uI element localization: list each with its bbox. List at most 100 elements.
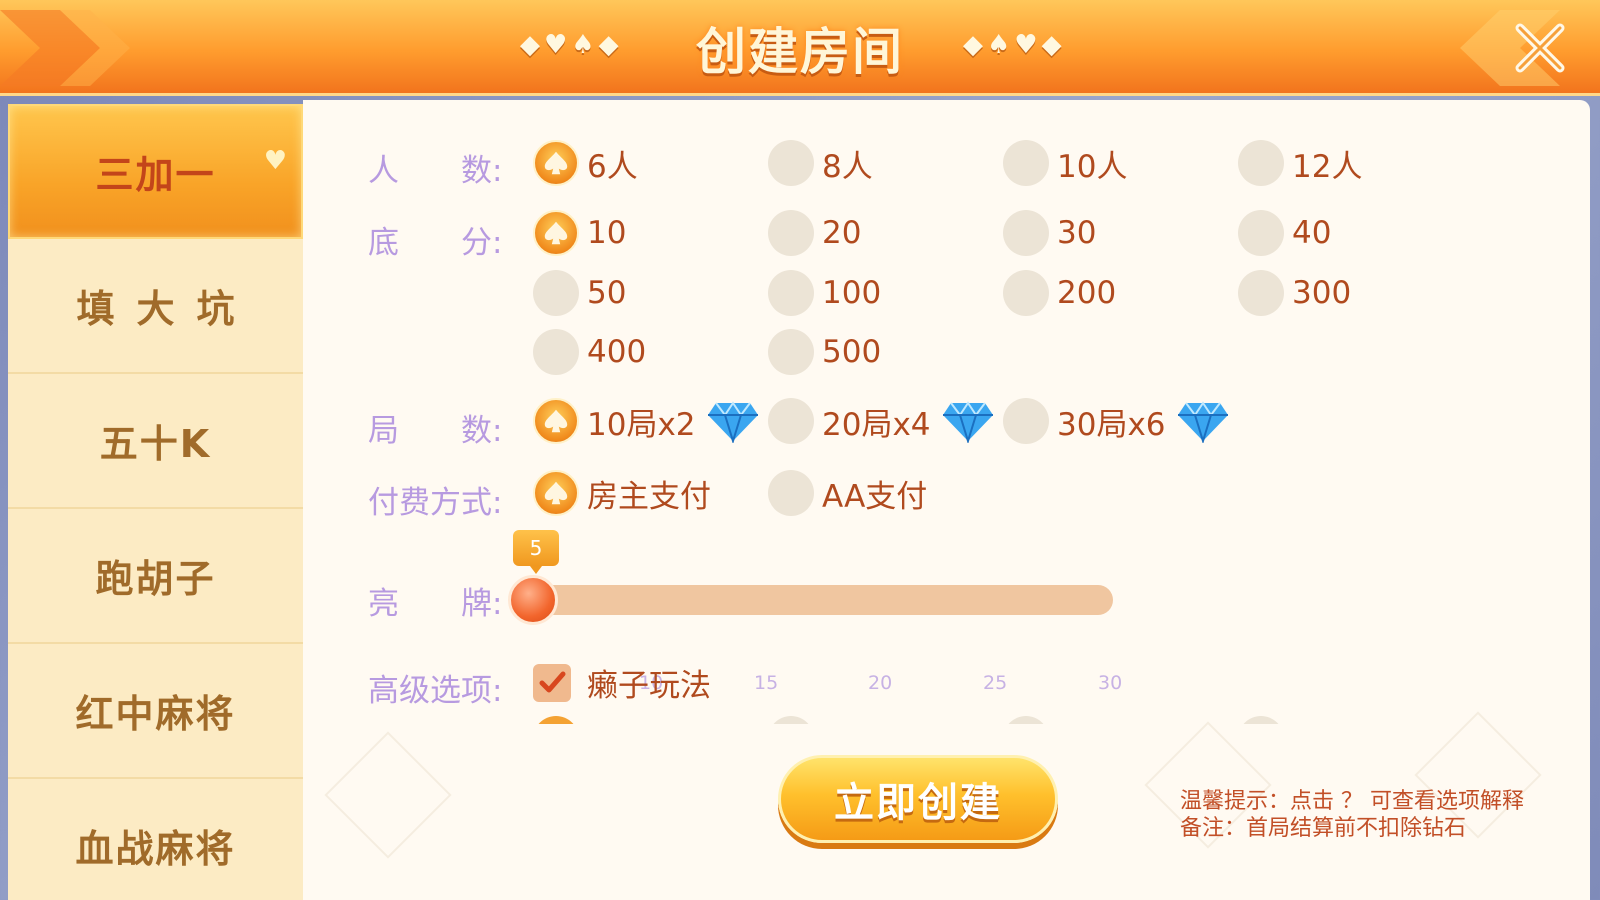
- option-label: 30: [1057, 215, 1097, 251]
- base-score-option-30[interactable]: 30: [1003, 210, 1096, 256]
- base-score-option-300[interactable]: 300: [1238, 270, 1351, 316]
- tips-text: 温馨提示：点击 ？ 可查看选项解释 备注：首局结算前不扣除钻石: [1180, 788, 1524, 842]
- radio-partial: [1003, 716, 1049, 724]
- tip-line-note: 备注：首局结算前不扣除钻石: [1180, 816, 1467, 841]
- rounds-option-10[interactable]: 10局x2: [533, 398, 758, 444]
- radio-partial: [768, 716, 814, 724]
- advanced-label: 高级选项:: [368, 673, 503, 709]
- radio-unselected: [1238, 270, 1284, 316]
- payment-label: 付费方式:: [368, 485, 503, 521]
- option-label: 200: [1057, 275, 1117, 311]
- sidebar-item-label: 填大坑: [76, 287, 257, 331]
- players-option-10[interactable]: 10人: [1003, 140, 1127, 186]
- radio-unselected: [768, 398, 814, 444]
- heart-sparkle-icon: ♥: [263, 146, 289, 176]
- radio-unselected: [533, 270, 579, 316]
- radio-unselected: [533, 329, 579, 375]
- payment-option-aa[interactable]: AA支付: [768, 470, 927, 516]
- game-type-sidebar: 三加一 ♥ 填大坑 五十K 跑胡子 红中麻将 血战麻将: [8, 104, 303, 900]
- spade-icon: [544, 481, 568, 505]
- radio-unselected: [768, 210, 814, 256]
- sidebar-item-sanjiayi[interactable]: 三加一 ♥: [8, 104, 303, 239]
- radio-unselected: [768, 470, 814, 516]
- radio-unselected: [768, 270, 814, 316]
- radio-partial: [1238, 716, 1284, 724]
- sidebar-item-tiandakeng[interactable]: 填大坑: [8, 239, 303, 374]
- players-label: 人 数:: [368, 153, 503, 189]
- option-label: 10人: [1057, 148, 1128, 185]
- players-option-12[interactable]: 12人: [1238, 140, 1362, 186]
- create-room-button[interactable]: 立即创建: [778, 755, 1058, 843]
- radio-selected: [533, 210, 579, 256]
- option-label: 10局x2: [587, 406, 696, 443]
- laizi-checkbox-option[interactable]: 癞子玩法: [533, 660, 711, 705]
- radio-selected: [533, 470, 579, 516]
- radio-partial: [533, 716, 579, 724]
- sidebar-item-xuezhan-mahjong[interactable]: 血战麻将: [8, 779, 303, 900]
- radio-selected: [533, 140, 579, 186]
- radio-unselected: [1238, 210, 1284, 256]
- payment-option-owner[interactable]: 房主支付: [533, 470, 711, 516]
- diamond-gem-icon: [707, 401, 758, 443]
- option-label: 10: [587, 215, 627, 251]
- players-option-8[interactable]: 8人: [768, 140, 873, 186]
- base-score-option-10[interactable]: 10: [533, 210, 626, 256]
- sidebar-item-label: 五十K: [99, 422, 212, 466]
- slider-tick: 25: [983, 672, 1008, 694]
- close-button[interactable]: [1510, 18, 1570, 78]
- spade-icon: [544, 409, 568, 433]
- base-score-option-50[interactable]: 50: [533, 270, 626, 316]
- sidebar-item-label: 三加一: [95, 153, 216, 197]
- radio-selected: [533, 398, 579, 444]
- radio-unselected: [1003, 210, 1049, 256]
- slider-tick: 30: [1098, 672, 1123, 694]
- sidebar-item-hongzhong-mahjong[interactable]: 红中麻将: [8, 644, 303, 779]
- spade-icon: [544, 151, 568, 175]
- base-score-option-500[interactable]: 500: [768, 329, 881, 375]
- checkmark-icon: [539, 671, 566, 692]
- spade-icon: [544, 221, 568, 245]
- header-bar: ◆♥♠◆ 创建房间 ◆♠♥◆: [0, 0, 1600, 96]
- diamond-gem-icon: [1177, 401, 1228, 443]
- option-label: 50: [587, 275, 627, 311]
- checkbox-checked: [533, 663, 571, 702]
- base-score-option-200[interactable]: 200: [1003, 270, 1116, 316]
- option-label: 8人: [822, 148, 873, 185]
- radio-unselected: [1003, 398, 1049, 444]
- option-label: 100: [822, 275, 882, 311]
- suits-decoration-right: ◆♠♥◆: [963, 30, 1066, 60]
- slider-tick: 20: [868, 672, 893, 694]
- diamond-gem-icon: [942, 401, 993, 443]
- radio-unselected: [1003, 270, 1049, 316]
- rounds-option-20[interactable]: 20局x4: [768, 398, 993, 444]
- option-label: 20局x4: [822, 406, 931, 443]
- radio-unselected: [768, 329, 814, 375]
- base-score-option-40[interactable]: 40: [1238, 210, 1331, 256]
- sidebar-item-label: 红中麻将: [75, 692, 236, 736]
- base-score-option-100[interactable]: 100: [768, 270, 881, 316]
- option-label: 6人: [587, 148, 638, 185]
- options-panel: 人 数: 6人 8人 10人 12人 底 分: 10 20 30 40 50 1…: [303, 100, 1590, 900]
- option-label: 20: [822, 215, 862, 251]
- players-option-6[interactable]: 6人: [533, 140, 638, 186]
- option-label: 400: [587, 334, 647, 370]
- close-icon: [1515, 23, 1565, 73]
- base-score-option-20[interactable]: 20: [768, 210, 861, 256]
- base-score-label: 底 分:: [368, 225, 503, 261]
- slider-tick: 15: [754, 672, 779, 694]
- option-label: 40: [1292, 215, 1332, 251]
- option-label: AA支付: [822, 478, 928, 515]
- reveal-slider-track[interactable]: [533, 585, 1113, 615]
- sidebar-item-label: 跑胡子: [95, 557, 216, 601]
- option-label: 房主支付: [587, 478, 711, 515]
- tip-line-help: 温馨提示：点击 ？ 可查看选项解释: [1180, 789, 1524, 814]
- sidebar-item-wushik[interactable]: 五十K: [8, 374, 303, 509]
- rounds-option-30[interactable]: 30局x6: [1003, 398, 1228, 444]
- radio-unselected: [1003, 140, 1049, 186]
- sidebar-item-label: 血战麻将: [75, 827, 236, 871]
- radio-unselected: [768, 140, 814, 186]
- sidebar-item-paohuzi[interactable]: 跑胡子: [8, 509, 303, 644]
- reveal-slider-handle[interactable]: [508, 575, 558, 625]
- scroll-overflow-row: [533, 716, 1433, 724]
- base-score-option-400[interactable]: 400: [533, 329, 646, 375]
